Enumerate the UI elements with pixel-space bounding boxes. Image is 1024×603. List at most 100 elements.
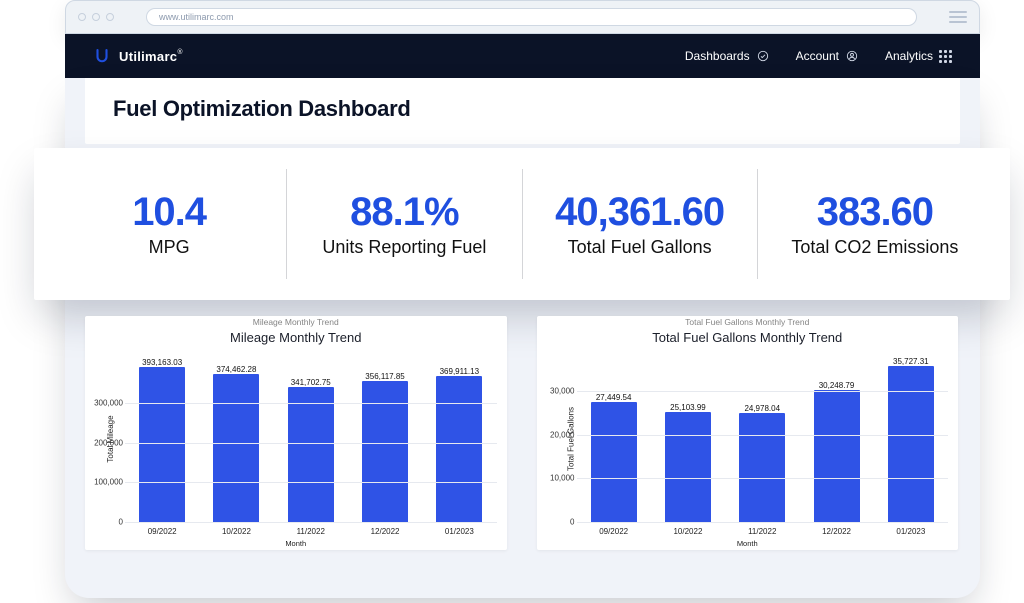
bar-column: 393,163.03 bbox=[125, 356, 199, 522]
kpi-total-gallons-value: 40,361.60 bbox=[555, 191, 724, 233]
grid-line bbox=[577, 478, 949, 479]
grid-line bbox=[125, 482, 497, 483]
bar-column: 35,727.31 bbox=[874, 356, 948, 522]
mileage-chart-title-clip: Mileage Monthly Trend bbox=[85, 317, 507, 327]
bar-value-label: 341,702.75 bbox=[291, 378, 331, 387]
fuel-bars: 27,449.54 25,103.99 24,978.04 30,248.79 35,7… bbox=[577, 356, 949, 522]
mileage-plot: Total Mileage 393,163.03374,462.28341,70… bbox=[125, 356, 497, 522]
kpi-total-gallons: 40,361.60 Total Fuel Gallons bbox=[522, 169, 757, 279]
y-tick-label: 100,000 bbox=[89, 478, 123, 487]
y-tick-label: 0 bbox=[541, 518, 575, 527]
nav-analytics[interactable]: Analytics bbox=[885, 49, 952, 63]
mileage-xlabels: 09/202210/202211/202212/202201/2023 bbox=[125, 527, 497, 536]
y-tick-label: 300,000 bbox=[89, 399, 123, 408]
fuel-xcaption: Month bbox=[537, 539, 959, 548]
bar bbox=[888, 366, 934, 522]
grid-line bbox=[125, 522, 497, 523]
address-bar-text: www.utilimarc.com bbox=[159, 12, 234, 22]
bar-value-label: 27,449.54 bbox=[596, 393, 632, 402]
kpi-co2: 383.60 Total CO2 Emissions bbox=[757, 169, 992, 279]
mileage-chart-title: Mileage Monthly Trend bbox=[95, 330, 497, 345]
grid-line bbox=[577, 522, 949, 523]
x-tick-label: 01/2023 bbox=[422, 527, 496, 536]
window-controls bbox=[78, 13, 114, 21]
browser-chrome: www.utilimarc.com bbox=[65, 0, 980, 34]
mileage-xcaption: Month bbox=[85, 539, 507, 548]
y-tick-label: 30,000 bbox=[541, 386, 575, 395]
bar bbox=[213, 374, 259, 522]
kpi-total-gallons-label: Total Fuel Gallons bbox=[568, 237, 712, 258]
y-tick-label: 10,000 bbox=[541, 474, 575, 483]
brand[interactable]: Utilimarc® bbox=[93, 47, 183, 65]
fuel-chart-title: Total Fuel Gallons Monthly Trend bbox=[547, 330, 949, 345]
bar-column: 374,462.28 bbox=[199, 356, 273, 522]
x-tick-label: 11/2022 bbox=[725, 527, 799, 536]
kpi-mpg-label: MPG bbox=[149, 237, 190, 258]
brand-logo-icon bbox=[93, 47, 111, 65]
nav-dashboards-label: Dashboards bbox=[685, 49, 750, 63]
kpi-mpg-value: 10.4 bbox=[132, 191, 206, 233]
y-tick-label: 0 bbox=[89, 518, 123, 527]
header-nav: Dashboards Account Analytics bbox=[685, 49, 952, 63]
bar bbox=[814, 390, 860, 522]
x-tick-label: 12/2022 bbox=[799, 527, 873, 536]
bar bbox=[665, 412, 711, 522]
traffic-dot bbox=[106, 13, 114, 21]
bar-column: 27,449.54 bbox=[577, 356, 651, 522]
nav-account-label: Account bbox=[796, 49, 839, 63]
kpi-units-reporting: 88.1% Units Reporting Fuel bbox=[286, 169, 521, 279]
bar-column: 30,248.79 bbox=[799, 356, 873, 522]
bar-value-label: 35,727.31 bbox=[893, 357, 929, 366]
bar bbox=[362, 381, 408, 522]
y-tick-label: 20,000 bbox=[541, 430, 575, 439]
grid-line bbox=[577, 435, 949, 436]
x-tick-label: 01/2023 bbox=[874, 527, 948, 536]
bar bbox=[139, 367, 185, 522]
nav-analytics-label: Analytics bbox=[885, 49, 933, 63]
x-tick-label: 11/2022 bbox=[274, 527, 348, 536]
kpi-strip: 10.4 MPG 88.1% Units Reporting Fuel 40,3… bbox=[34, 148, 1010, 300]
kpi-units-reporting-value: 88.1% bbox=[350, 191, 458, 233]
bar bbox=[739, 413, 785, 522]
check-circle-icon bbox=[756, 49, 770, 63]
bar-value-label: 369,911.13 bbox=[440, 367, 479, 376]
app-header: Utilimarc® Dashboards Account Analytics bbox=[65, 34, 980, 78]
x-tick-label: 09/2022 bbox=[125, 527, 199, 536]
bar-column: 25,103.99 bbox=[651, 356, 725, 522]
bar-value-label: 356,117.85 bbox=[365, 372, 404, 381]
fuel-xlabels: 09/202210/202211/202212/202201/2023 bbox=[577, 527, 949, 536]
x-tick-label: 09/2022 bbox=[577, 527, 651, 536]
kpi-co2-value: 383.60 bbox=[817, 191, 933, 233]
bar-value-label: 30,248.79 bbox=[819, 381, 855, 390]
brand-name: Utilimarc® bbox=[119, 49, 183, 64]
grid-line bbox=[577, 391, 949, 392]
nav-account[interactable]: Account bbox=[796, 49, 859, 63]
bar bbox=[288, 387, 334, 522]
fuel-chart-card: Total Fuel Gallons Monthly Trend Total F… bbox=[537, 316, 959, 550]
kpi-co2-label: Total CO2 Emissions bbox=[791, 237, 958, 258]
x-tick-label: 10/2022 bbox=[199, 527, 273, 536]
kpi-mpg: 10.4 MPG bbox=[52, 169, 286, 279]
kpi-units-reporting-label: Units Reporting Fuel bbox=[322, 237, 486, 258]
grid-line bbox=[125, 403, 497, 404]
bar-value-label: 25,103.99 bbox=[670, 403, 706, 412]
nav-dashboards[interactable]: Dashboards bbox=[685, 49, 770, 63]
bar bbox=[436, 376, 482, 522]
mileage-bars: 393,163.03 374,462.28 341,702.75 356,117.85… bbox=[125, 356, 497, 522]
apps-grid-icon bbox=[939, 50, 952, 63]
traffic-dot bbox=[78, 13, 86, 21]
bar-column: 356,117.85 bbox=[348, 356, 422, 522]
bar-value-label: 374,462.28 bbox=[216, 365, 256, 374]
bar bbox=[591, 402, 637, 522]
address-bar[interactable]: www.utilimarc.com bbox=[146, 8, 917, 26]
user-circle-icon bbox=[845, 49, 859, 63]
charts-row: Mileage Monthly Trend Mileage Monthly Tr… bbox=[85, 316, 958, 550]
fuel-plot: Total Fuel Gallons 27,449.5425,103.9924,… bbox=[577, 356, 949, 522]
page-title: Fuel Optimization Dashboard bbox=[113, 96, 932, 122]
mileage-chart-card: Mileage Monthly Trend Mileage Monthly Tr… bbox=[85, 316, 507, 550]
bar-column: 24,978.04 bbox=[725, 356, 799, 522]
page-header: Fuel Optimization Dashboard bbox=[85, 78, 960, 144]
y-tick-label: 200,000 bbox=[89, 438, 123, 447]
bar-column: 369,911.13 bbox=[422, 356, 496, 522]
browser-menu-icon[interactable] bbox=[949, 11, 967, 23]
